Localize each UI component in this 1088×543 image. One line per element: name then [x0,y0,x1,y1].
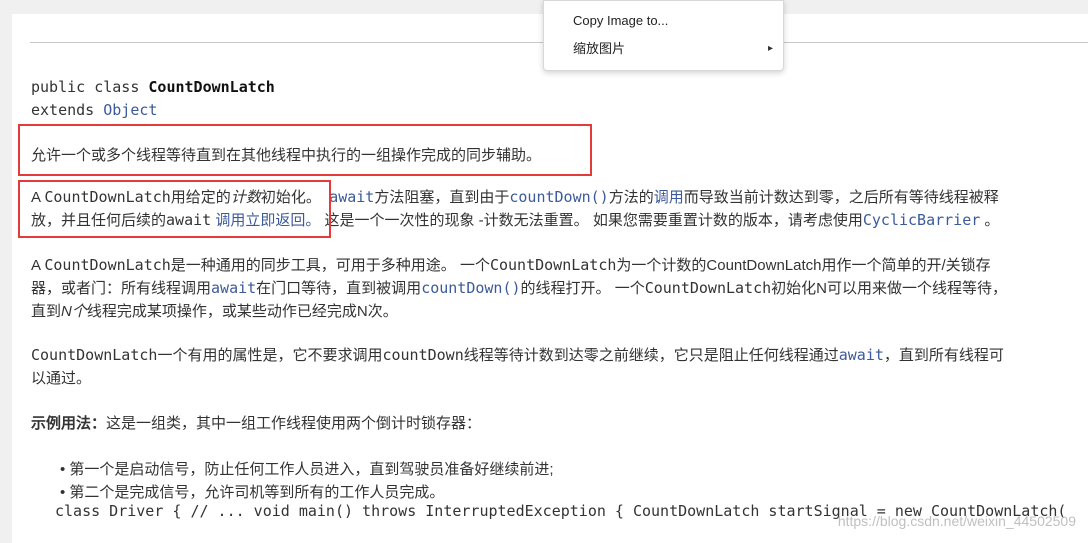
text: 。 [980,212,1000,229]
highlight-box-summary [18,124,592,176]
highlight-box-constructor [18,180,331,238]
bullet-list: 第一个是启动信号，防止任何工作人员进入，直到驾驶员准备好继续前进; 第二个是完成… [60,458,554,504]
list-item: 第二个是完成信号，允许司机等到所有的工作人员完成。 [60,481,554,504]
text: 而导致当前计数达到零，之后所有等待线程被释 [683,189,999,206]
class-signature: public class CountDownLatch extends Obje… [31,76,275,122]
text: 线程等待计数到达零之前继续，它只是阻止任何线程通过 [463,347,839,364]
context-menu: Copy Image to... 缩放图片 ▸ [543,0,784,71]
text: 方法的 [608,189,654,206]
menu-item-label: Copy Image to... [573,13,669,28]
text: 这是一个一次性的现象 -计数无法重置。 如果您需要重置计数的版本，请考虑使用 [320,212,863,229]
await-link[interactable]: await [211,279,256,297]
paragraph-4: CountDownLatch一个有用的属性是，它不要求调用countDown线程… [31,344,1004,390]
text: 是一种通用的同步工具，可用于多种用途。 一个 [170,257,490,274]
menu-item-copy-image[interactable]: Copy Image to... [573,10,773,32]
text: 直到 [31,303,62,320]
javadoc-page: public class CountDownLatch extends Obje… [12,14,1088,543]
object-link[interactable]: Object [103,101,157,119]
text: 在门口等待，直到被调用 [256,280,422,297]
list-item: 第一个是启动信号，防止任何工作人员进入，直到驾驶员准备好继续前进; [60,458,553,481]
code-countdownlatch: CountDownLatch [31,346,158,364]
cyclicbarrier-link[interactable]: CyclicBarrier [863,211,980,229]
countdown-link[interactable]: countDown() [509,188,608,206]
text: 的线程打开。 一个 [520,280,645,297]
countdown-link[interactable]: countDown() [421,279,520,297]
invoke-link[interactable]: 调用 [654,189,684,206]
text: 这是一组类，其中一组工作线程使用两个倒计时锁存器： [106,415,482,432]
extends-keyword: extends [31,101,104,119]
text: 以通过。 [31,370,92,387]
text-italic: N个 [61,303,87,320]
await-link[interactable]: await [329,188,374,206]
text: 线程完成某项操作，或某些动作已经完成N次。 [86,303,398,320]
menu-item-zoom-image[interactable]: 缩放图片 ▸ [573,38,773,60]
chevron-right-icon: ▸ [767,43,773,54]
class-name: CountDownLatch [148,78,275,96]
example-usage-label: 示例用法： [31,415,107,432]
text: 器，或者门：所有线程调用 [31,280,212,297]
signature-keyword: public class [31,78,149,96]
paragraph-5: 示例用法：这是一组类，其中一组工作线程使用两个倒计时锁存器： [31,412,481,435]
code-countdown: countDown [382,346,464,364]
code-countdownlatch: CountDownLatch [44,256,171,274]
code-countdownlatch: CountDownLatch [644,279,772,297]
text: 初始化N可以用来做一个线程等待， [771,280,1007,297]
text: A [31,257,45,274]
paragraph-3: A CountDownLatch是一种通用的同步工具，可用于多种用途。 一个Co… [31,254,1007,323]
menu-item-label: 缩放图片 [573,41,626,56]
text: 方法阻塞，直到由于 [374,189,510,206]
watermark: https://blog.csdn.net/weixin_44502509 [837,513,1076,529]
text: 一个有用的属性是，它不要求调用 [157,347,383,364]
text: ，直到所有线程可 [883,347,1004,364]
text: 为一个计数的CountDownLatch用作一个简单的开/关锁存 [616,257,991,274]
await-link[interactable]: await [839,346,884,364]
code-countdownlatch: CountDownLatch [489,256,617,274]
